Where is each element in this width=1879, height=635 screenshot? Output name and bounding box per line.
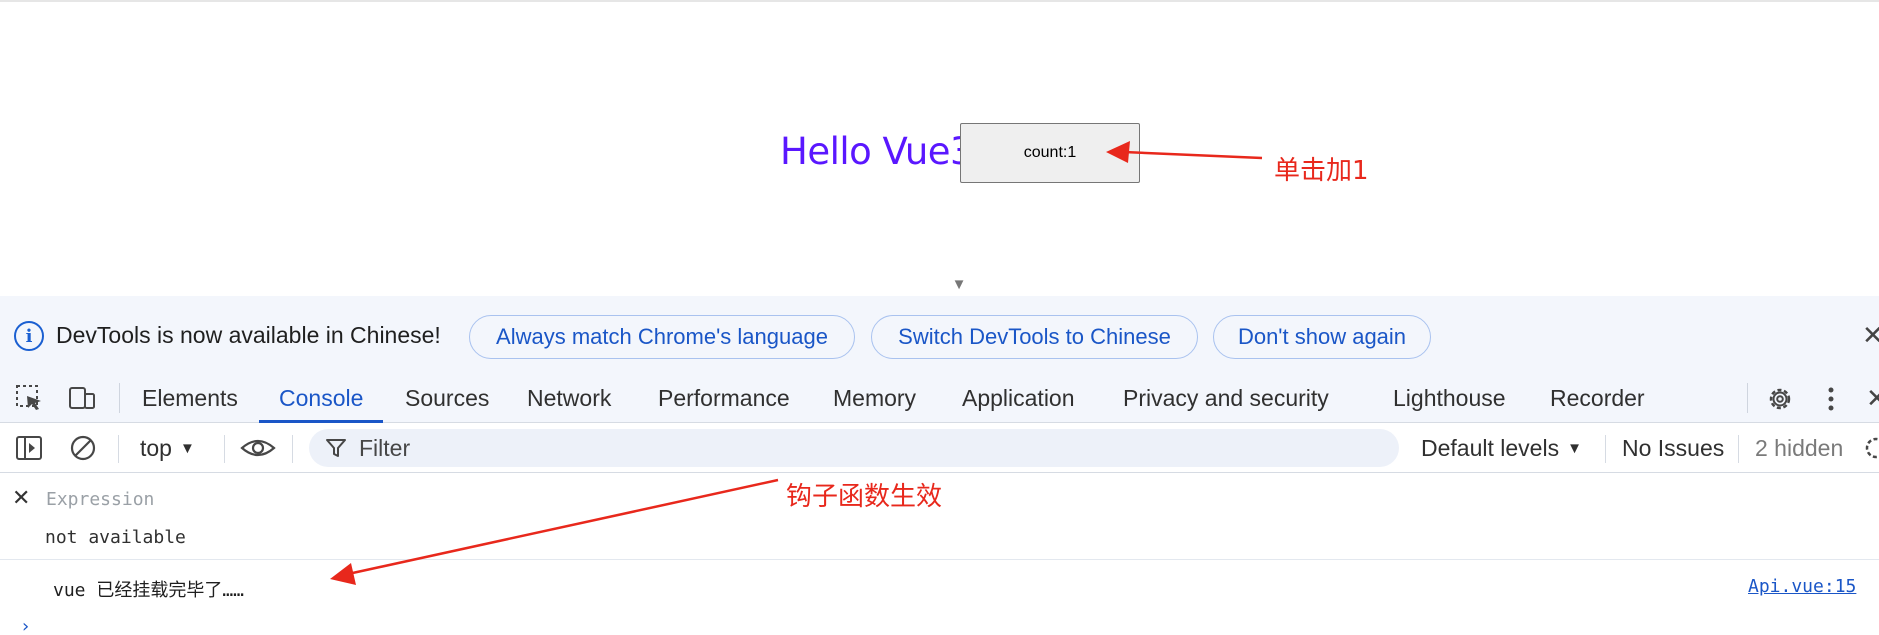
dont-show-again-button[interactable]: Don't show again <box>1213 315 1431 359</box>
tab-console[interactable]: Console <box>258 373 384 423</box>
tab-elements[interactable]: Elements <box>140 373 240 423</box>
log-levels-selector[interactable]: Default levels ▼ <box>1421 435 1582 462</box>
annotation-hook: 钩子函数生效 <box>786 482 943 512</box>
tab-recorder[interactable]: Recorder <box>1548 373 1647 423</box>
annotation-click: 单击加1 <box>1274 156 1369 186</box>
tab-sources[interactable]: Sources <box>403 373 491 423</box>
context-selector[interactable]: top ▼ <box>140 435 195 462</box>
toolbar-divider <box>292 435 293 463</box>
filter-funnel-icon <box>326 439 346 457</box>
more-options-icon[interactable] <box>1826 385 1836 413</box>
tab-privacy-security[interactable]: Privacy and security <box>1121 373 1331 423</box>
toolbar-divider <box>224 435 225 463</box>
page-viewport: Hello Vue3 count:1 单击加1 ▼ <box>0 0 1879 302</box>
language-infobar: i DevTools is now available in Chinese! … <box>0 296 1879 373</box>
context-value: top <box>140 435 172 461</box>
clear-console-icon[interactable] <box>68 433 98 463</box>
console-message-row: vue 已经挂载完毕了…… Api.vue:15 <box>0 559 1879 609</box>
filter-input[interactable] <box>359 429 1259 467</box>
toolbar-divider <box>119 383 120 413</box>
toolbar-divider <box>118 435 119 463</box>
console-prompt-icon[interactable]: › <box>20 616 31 635</box>
info-icon: i <box>14 321 44 351</box>
chevron-down-icon: ▼ <box>1567 440 1582 457</box>
tab-application[interactable]: Application <box>960 373 1077 423</box>
tab-performance[interactable]: Performance <box>656 373 792 423</box>
page-heading: Hello Vue3 <box>780 130 974 173</box>
close-devtools-icon[interactable]: ✕ <box>1866 383 1879 414</box>
filter-box[interactable] <box>309 429 1399 467</box>
devtools-panel: i DevTools is now available in Chinese! … <box>0 296 1879 635</box>
live-expression-result: not available <box>45 527 186 548</box>
settings-gear-icon[interactable] <box>1766 385 1794 413</box>
tab-memory[interactable]: Memory <box>831 373 918 423</box>
console-message-text: vue 已经挂载完毕了…… <box>53 580 245 601</box>
remove-expression-icon[interactable]: ✕ <box>12 486 30 511</box>
tab-lighthouse[interactable]: Lighthouse <box>1391 373 1508 423</box>
chevron-down-icon: ▼ <box>179 440 195 457</box>
console-message-source-link[interactable]: Api.vue:15 <box>1748 576 1856 597</box>
console-toolbar: top ▼ Default levels ▼ No Issues 2 hidde… <box>0 423 1879 473</box>
devtools-tab-bar: Elements Console Sources Network Perform… <box>0 373 1879 423</box>
switch-chinese-button[interactable]: Switch DevTools to Chinese <box>871 315 1198 359</box>
infobar-message: DevTools is now available in Chinese! <box>56 322 441 348</box>
match-language-button[interactable]: Always match Chrome's language <box>469 315 855 359</box>
sidebar-toggle-icon[interactable] <box>14 433 44 463</box>
log-levels-value: Default levels <box>1421 435 1560 461</box>
issues-counter[interactable]: No Issues <box>1622 435 1724 462</box>
toolbar-divider <box>1738 435 1739 463</box>
console-settings-icon[interactable] <box>1862 435 1879 461</box>
live-expression-input[interactable]: Expression <box>46 489 154 510</box>
infobar-close-icon[interactable]: ✕ <box>1862 320 1879 351</box>
count-button[interactable]: count:1 <box>960 123 1140 183</box>
device-toolbar-icon[interactable] <box>67 383 97 413</box>
inspect-element-icon[interactable] <box>14 383 44 413</box>
hidden-messages-count: 2 hidden <box>1755 435 1844 461</box>
live-expression-eye-icon[interactable] <box>240 433 276 463</box>
tab-network[interactable]: Network <box>525 373 613 423</box>
toolbar-divider <box>1605 435 1606 463</box>
toolbar-divider <box>1747 383 1748 413</box>
